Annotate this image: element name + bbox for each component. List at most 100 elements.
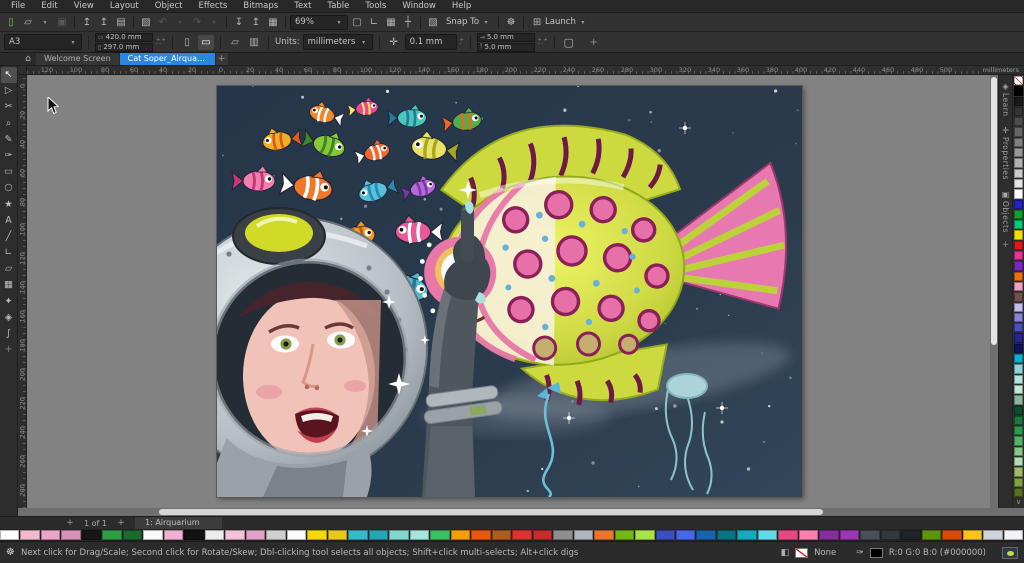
document-palette-swatch[interactable] — [61, 530, 80, 540]
document-palette-swatch[interactable] — [963, 530, 982, 540]
document-palette-swatch[interactable] — [778, 530, 797, 540]
portrait-icon[interactable]: ▯ — [179, 35, 195, 50]
document-palette-swatch[interactable] — [676, 530, 695, 540]
palette-swatch[interactable] — [1014, 457, 1023, 466]
document-palette-swatch[interactable] — [574, 530, 593, 540]
snap-state-icon[interactable]: ▧ — [425, 15, 441, 30]
menu-bitmaps[interactable]: Bitmaps — [236, 1, 285, 11]
palette-swatch[interactable] — [1014, 127, 1023, 136]
outline-color-chip[interactable] — [870, 548, 883, 558]
palette-swatch[interactable] — [1014, 385, 1023, 394]
artistic-media-tool[interactable]: ✑ — [1, 148, 17, 164]
add-docker-button[interactable]: + — [1002, 240, 1010, 250]
document-palette-swatch[interactable] — [102, 530, 121, 540]
add-page-button-right[interactable]: + — [115, 518, 127, 528]
docker-tab-objects[interactable]: ▣Objects — [1001, 187, 1010, 236]
ellipse-tool[interactable]: ○ — [1, 180, 17, 196]
palette-swatch[interactable] — [1014, 467, 1023, 476]
no-color-swatch[interactable] — [1014, 76, 1023, 85]
snap-to-dropdown[interactable]: Snap To ▾ — [442, 15, 494, 30]
nudge-distance-field[interactable]: 0.1 mm — [405, 34, 457, 50]
document-palette-swatch[interactable] — [0, 530, 19, 540]
options-gear-icon[interactable]: ☸ — [503, 15, 519, 30]
menu-window[interactable]: Window — [395, 1, 443, 11]
docker-tab-learn[interactable]: ◈Learn — [1001, 79, 1010, 119]
document-palette-swatch[interactable] — [942, 530, 961, 540]
palette-swatch[interactable] — [1014, 261, 1023, 270]
color-eyedropper-tool[interactable]: ✦ — [1, 294, 17, 310]
palette-swatch[interactable] — [1014, 251, 1023, 260]
home-icon[interactable]: ⌂ — [20, 53, 36, 65]
document-palette-swatch[interactable] — [512, 530, 531, 540]
palette-swatch[interactable] — [1014, 333, 1023, 342]
rectangle-tool[interactable]: ▭ — [1, 164, 17, 180]
show-guidelines-icon[interactable]: ┼ — [400, 15, 416, 30]
palette-swatch[interactable] — [1014, 158, 1023, 167]
cloud-upload-icon[interactable]: ↥ — [79, 15, 95, 30]
new-tab-button[interactable]: + — [216, 53, 228, 65]
horizontal-ruler[interactable]: millimeters 1201008060402002040608010012… — [27, 66, 1024, 75]
palette-scroll-down-icon[interactable]: ∨ — [1014, 498, 1023, 507]
document-palette-swatch[interactable] — [225, 530, 244, 540]
palette-swatch[interactable] — [1014, 169, 1023, 178]
document-palette-swatch[interactable] — [123, 530, 142, 540]
add-tool-button[interactable]: + — [1, 342, 17, 358]
menu-object[interactable]: Object — [148, 1, 190, 11]
document-palette-swatch[interactable] — [389, 530, 408, 540]
document-palette-swatch[interactable] — [205, 530, 224, 540]
text-tool[interactable]: A — [1, 213, 17, 229]
palette-swatch[interactable] — [1014, 416, 1023, 425]
fullscreen-preview-icon[interactable]: ▢ — [349, 15, 365, 30]
document-palette-swatch[interactable] — [1004, 530, 1023, 540]
document-palette-swatch[interactable] — [430, 530, 449, 540]
vertical-ruler[interactable]: 020406080100120140160180200220240260280 — [18, 75, 27, 508]
palette-swatch[interactable] — [1014, 436, 1023, 445]
document-palette-swatch[interactable] — [696, 530, 715, 540]
zoom-tool[interactable]: ⌕ — [1, 116, 17, 132]
menu-layout[interactable]: Layout — [103, 1, 146, 11]
publish-pdf-icon[interactable]: ▦ — [265, 15, 281, 30]
zoom-levels-dropdown[interactable]: 69% ▾ — [290, 15, 348, 30]
document-palette-swatch[interactable] — [983, 530, 1002, 540]
document-palette-swatch[interactable] — [533, 530, 552, 540]
palette-swatch[interactable] — [1014, 282, 1023, 291]
all-pages-icon[interactable]: ▥ — [246, 35, 262, 50]
document-palette-swatch[interactable] — [840, 530, 859, 540]
palette-swatch[interactable] — [1014, 210, 1023, 219]
fill-color-chip[interactable] — [795, 548, 808, 558]
menu-tools[interactable]: Tools — [358, 1, 393, 11]
palette-swatch[interactable] — [1014, 344, 1023, 353]
print-icon[interactable]: ▤ — [113, 15, 129, 30]
document-palette-swatch[interactable] — [615, 530, 634, 540]
save-icon[interactable]: ▣ — [54, 15, 70, 30]
duplicate-stepper[interactable]: + +- - — [538, 38, 548, 46]
shape-tool[interactable]: ▷ — [1, 83, 17, 99]
page-size-dropdown[interactable]: A3 ▾ — [4, 34, 82, 50]
document-palette-swatch[interactable] — [799, 530, 818, 540]
palette-swatch[interactable] — [1014, 292, 1023, 301]
paste-icon[interactable]: ▨ — [138, 15, 154, 30]
palette-swatch[interactable] — [1014, 364, 1023, 373]
palette-swatch[interactable] — [1014, 272, 1023, 281]
page-size-stepper[interactable]: + +- - — [156, 38, 166, 46]
menu-table[interactable]: Table — [320, 1, 356, 11]
document-palette-swatch[interactable] — [758, 530, 777, 540]
current-page-icon[interactable]: ▱ — [227, 35, 243, 50]
open-caret-icon[interactable]: ▾ — [37, 15, 53, 30]
document-palette-swatch[interactable] — [471, 530, 490, 540]
document-palette-swatch[interactable] — [328, 530, 347, 540]
launch-dropdown[interactable]: ⊞ Launch ▾ — [528, 15, 591, 30]
landscape-icon[interactable]: ▭ — [198, 35, 214, 50]
document-palette-swatch[interactable] — [737, 530, 756, 540]
import-icon[interactable]: ↧ — [231, 15, 247, 30]
palette-swatch[interactable] — [1014, 138, 1023, 147]
page-tab-airquarium[interactable]: 1: Airquarium — [135, 517, 222, 529]
document-palette-swatch[interactable] — [266, 530, 285, 540]
palette-swatch[interactable] — [1014, 488, 1023, 497]
interactive-fill-tool[interactable]: ◈ — [1, 310, 17, 326]
ruler-origin-corner[interactable] — [18, 66, 27, 75]
document-palette-swatch[interactable] — [143, 530, 162, 540]
export-icon[interactable]: ↥ — [248, 15, 264, 30]
shadow-tool[interactable]: ▱ — [1, 261, 17, 277]
palette-swatch[interactable] — [1014, 313, 1023, 322]
